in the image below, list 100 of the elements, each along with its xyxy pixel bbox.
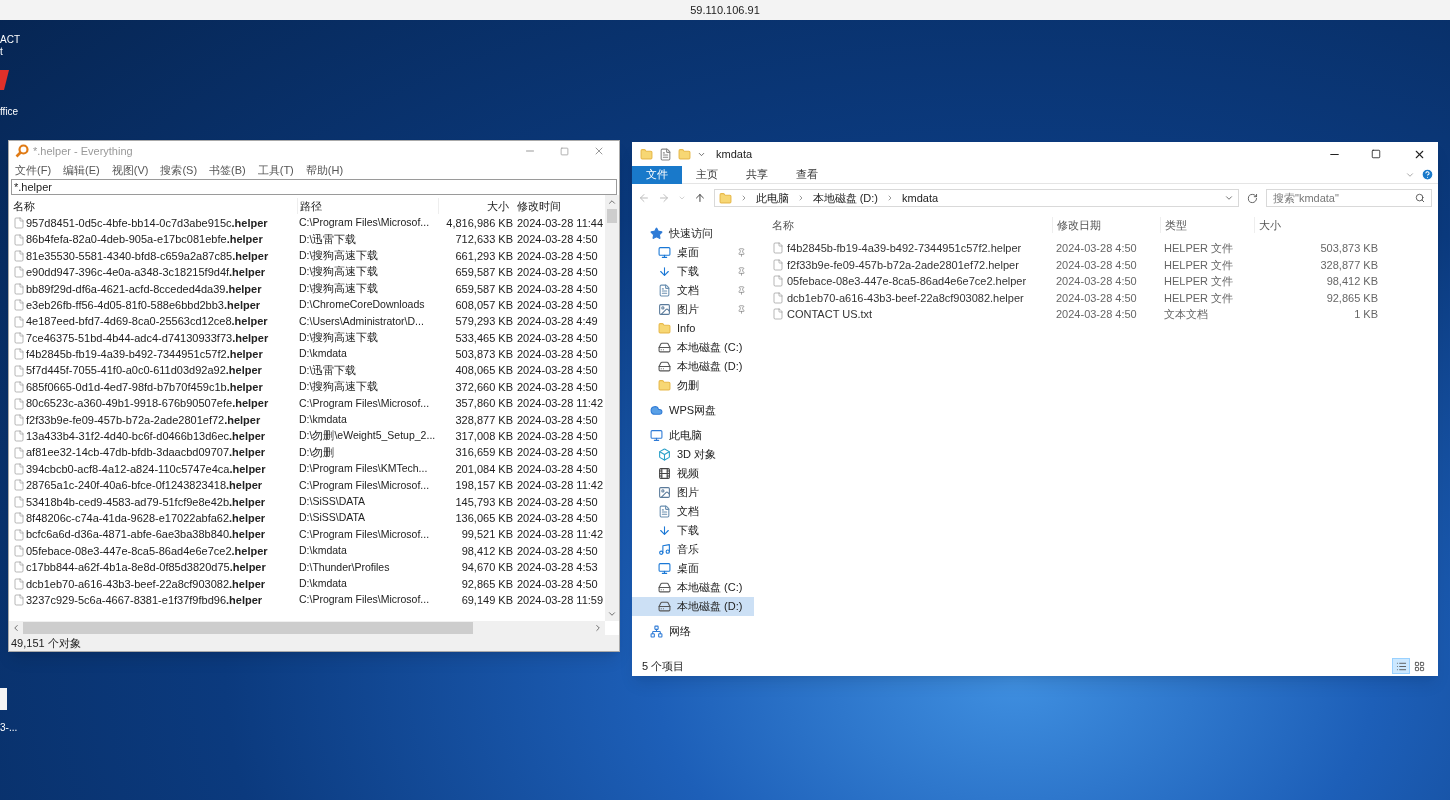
column-header[interactable]: 修改时间 xyxy=(513,197,603,215)
result-row[interactable]: f2f33b9e-fe09-457b-b72a-2ade2801ef72.helper D:\kmdata 328,877 KB 2024-03-28 4:50 xyxy=(9,411,605,429)
ribbon-tab[interactable]: 文件 xyxy=(632,165,682,184)
nav-item[interactable]: 本地磁盘 (D:) xyxy=(632,357,754,376)
file-name: f4b2845b-fb19-4a39-b492-7344951c57f2.helper xyxy=(787,241,1022,256)
file-icon[interactable] xyxy=(0,686,8,712)
nav-item[interactable]: 此电脑 xyxy=(632,426,754,445)
nav-item[interactable]: 本地磁盘 (D:) xyxy=(632,597,754,616)
scroll-down-icon[interactable] xyxy=(607,609,617,619)
menu-item[interactable]: 编辑(E) xyxy=(63,161,100,179)
forward-icon[interactable] xyxy=(657,192,670,204)
details-view-button[interactable] xyxy=(1392,658,1410,674)
menu-item[interactable]: 书签(B) xyxy=(209,161,246,179)
result-row[interactable]: f4b2845b-fb19-4a39-b492-7344951c57f2.helper D:\kmdata 503,873 KB 2024-03-28 4:50 xyxy=(9,346,605,363)
nav-item[interactable]: 图片 xyxy=(632,300,754,319)
column-header[interactable]: 名称 xyxy=(9,197,297,215)
file-icon xyxy=(13,299,25,312)
nav-item[interactable]: 快速访问 xyxy=(632,224,754,243)
nav-item[interactable]: 网络 xyxy=(632,622,754,641)
refresh-icon[interactable] xyxy=(1247,192,1258,204)
desktop-icon-label[interactable]: ACT t xyxy=(0,34,20,58)
result-row[interactable]: 81e35530-5581-4340-bfd8-c659a2a87c85.helper D:\搜狗高速下载 661,293 KB 2024-03-28 4:50 xyxy=(9,247,605,265)
menu-item[interactable]: 视图(V) xyxy=(111,161,149,179)
address-bar[interactable]: 此电脑 本地磁盘 (D:) kmdata xyxy=(713,189,1240,207)
ribbon-tab[interactable]: 主页 xyxy=(682,165,732,184)
search-icon[interactable] xyxy=(1415,193,1425,203)
nav-item[interactable]: 桌面 xyxy=(632,243,754,262)
menu-item[interactable]: 工具(T) xyxy=(257,161,294,179)
ribbon-tab[interactable]: 查看 xyxy=(782,165,832,184)
scroll-thumb[interactable] xyxy=(23,622,473,634)
result-row[interactable]: 4e187eed-bfd7-4d69-8ca0-25563cd12ce8.helper C:\Users\Administrator\D... 579,293 KB 2024-03-28 4:49 xyxy=(9,313,605,330)
result-row[interactable]: 86b4fefa-82a0-4deb-905a-e17bc081ebfe.helper D:\迅雷下载 712,633 KB 2024-03-28 4:50 xyxy=(9,231,605,248)
result-row[interactable]: 53418b4b-ced9-4583-ad79-51fcf9e8e42b.helper D:\SiSS\DATA 145,793 KB 2024-03-28 4:50 xyxy=(9,493,605,511)
status-text: 49,151 个对象 xyxy=(9,635,619,651)
nav-item[interactable]: 下载 xyxy=(632,521,754,540)
scroll-left-icon[interactable] xyxy=(11,623,21,633)
column-header[interactable]: 类型 xyxy=(1160,216,1254,234)
vertical-scrollbar[interactable] xyxy=(605,195,619,621)
modified-date: 2024-03-28 4:50 xyxy=(516,494,599,510)
desktop-icon-label[interactable]: ffice xyxy=(0,106,19,118)
properties-icon[interactable] xyxy=(659,147,672,161)
result-row[interactable]: 28765a1c-240f-40a6-bfce-0f1243823418.helper C:\Program Files\Microsof... 198,157 KB 2024-03-28 11:42 xyxy=(9,477,605,494)
result-row[interactable]: c17bb844-a62f-4b1a-8e8d-0f85d3820d75.helper D:\Thunder\Profiles 94,670 KB 2024-03-28 4:53 xyxy=(9,559,605,576)
back-icon[interactable] xyxy=(638,192,650,204)
maximize-icon[interactable] xyxy=(1371,149,1381,159)
nav-item[interactable]: 3D 对象 xyxy=(632,445,754,464)
nav-item[interactable]: 视频 xyxy=(632,464,754,483)
menu-item[interactable]: 搜索(S) xyxy=(160,161,198,179)
nav-item[interactable]: 本地磁盘 (C:) xyxy=(632,338,754,357)
result-row[interactable]: 13a433b4-31f2-4d40-bc6f-d0466b13d6ec.helper D:\勿删\eWeight5_Setup_2... 317,008 KB 2024-03-28 4:50 xyxy=(9,428,605,445)
search-field[interactable]: *.helper xyxy=(11,179,617,195)
nav-item[interactable]: 桌面 xyxy=(632,559,754,578)
scroll-thumb[interactable] xyxy=(607,209,617,223)
file-row[interactable]: f4b2845b-fb19-4a39-b492-7344951c57f2.helper 2024-03-28 4:50 HELPER 文件 503,873 KB xyxy=(768,240,1438,257)
file-size: 533,465 KB xyxy=(454,330,513,346)
nav-item[interactable]: 音乐 xyxy=(632,540,754,559)
result-row[interactable]: e3eb26fb-ff56-4d05-81f0-588e6bbd2bb3.helper D:\ChromeCoreDownloads 608,057 KB 2024-03-28 4:50 xyxy=(9,296,605,314)
menu-item[interactable]: 帮助(H) xyxy=(305,161,344,179)
file-row[interactable]: 05febace-08e3-447e-8ca5-86ad4e6e7ce2.helper 2024-03-28 4:50 HELPER 文件 98,412 KB xyxy=(768,273,1438,290)
nav-item[interactable]: Info xyxy=(632,319,754,338)
file-row[interactable]: CONTACT US.txt 2024-03-28 4:50 文本文档 1 KB xyxy=(768,306,1438,323)
column-header[interactable]: 路径 xyxy=(297,197,438,215)
column-header[interactable]: 名称 xyxy=(768,216,1052,234)
nav-item[interactable]: 文档 xyxy=(632,502,754,521)
help-icon[interactable] xyxy=(1421,168,1434,181)
nav-item[interactable]: WPS网盘 xyxy=(632,401,754,420)
result-row[interactable]: 5f7d445f-7055-41f0-a0c0-611d03d92a92.helper D:\迅雷下载 408,065 KB 2024-03-28 4:50 xyxy=(9,362,605,379)
result-row[interactable]: 685f0665-0d1d-4ed7-98fd-b7b70f459c1b.helper D:\搜狗高速下载 372,660 KB 2024-03-28 4:50 xyxy=(9,378,605,396)
file-row[interactable]: dcb1eb70-a616-43b3-beef-22a8cf903082.helper 2024-03-28 4:50 HELPER 文件 92,865 KB xyxy=(768,289,1438,306)
column-header[interactable]: 修改日期 xyxy=(1052,216,1160,234)
nav-item[interactable]: 图片 xyxy=(632,483,754,502)
result-row[interactable]: af81ee32-14cb-47db-bfdb-3daacbd09707.helper D:\勿删 316,659 KB 2024-03-28 4:50 xyxy=(9,444,605,461)
column-header[interactable]: 大小 xyxy=(438,197,513,215)
file-row[interactable]: f2f33b9e-fe09-457b-b72a-2ade2801ef72.helper 2024-03-28 4:50 HELPER 文件 328,877 KB xyxy=(768,256,1438,273)
nav-item[interactable]: 勿删 xyxy=(632,376,754,395)
nav-item[interactable]: 文档 xyxy=(632,281,754,300)
up-icon[interactable] xyxy=(693,192,706,204)
result-row[interactable]: e90dd947-396c-4e0a-a348-3c18215f9d4f.helper D:\搜狗高速下载 659,587 KB 2024-03-28 4:50 xyxy=(9,264,605,281)
ribbon-tab[interactable]: 共享 xyxy=(732,165,782,184)
scroll-up-icon[interactable] xyxy=(607,197,617,207)
scroll-right-icon[interactable] xyxy=(593,623,603,633)
result-row[interactable]: 05febace-08e3-447e-8ca5-86ad4e6e7ce2.helper D:\kmdata 98,412 KB 2024-03-28 4:50 xyxy=(9,542,605,560)
new-folder-icon[interactable] xyxy=(678,147,691,161)
column-header[interactable]: 大小 xyxy=(1254,216,1378,234)
result-row[interactable]: dcb1eb70-a616-43b3-beef-22a8cf903082.helper D:\kmdata 92,865 KB 2024-03-28 4:50 xyxy=(9,575,605,592)
result-row[interactable]: bb89f29d-df6a-4621-acfd-8cceded4da39.helper D:\搜狗高速下载 659,587 KB 2024-03-28 4:50 xyxy=(9,280,605,297)
result-row[interactable]: 80c6523c-a360-49b1-9918-676b90507efe.helper C:\Program Files\Microsof... 357,860 KB 2024-03-28 11:42 xyxy=(9,395,605,412)
menu-item[interactable]: 文件(F) xyxy=(15,161,52,179)
modified-date: 2024-03-28 4:50 xyxy=(516,543,599,559)
desktop-icon-label[interactable]: 3-... xyxy=(0,722,18,734)
result-row[interactable]: 8f48206c-c74a-41da-9628-e17022abfa62.helper D:\SiSS\DATA 136,065 KB 2024-03-28 4:50 xyxy=(9,510,605,527)
result-row[interactable]: 394cbcb0-acf8-4a12-a824-110c5747e4ca.helper D:\Program Files\KMTech... 201,084 KB 2024-03-28 4:50 xyxy=(9,460,605,478)
nav-item[interactable]: 下载 xyxy=(632,262,754,281)
result-row[interactable]: bcfc6a6d-d36a-4871-abfe-6ae3ba38b840.helper C:\Program Files\Microsof... 99,521 KB 2024-03-28 11:42 xyxy=(9,526,605,543)
result-row[interactable]: 957d8451-0d5c-4bfe-bb14-0c7d3abe915c.helper C:\Program Files\Microsof... 4,816,986 KB 2024-03-28 11:44 xyxy=(9,215,605,232)
result-row[interactable]: 7ce46375-51bd-4b44-adc4-d74130933f73.helper D:\搜狗高速下载 533,465 KB 2024-03-28 4:50 xyxy=(9,329,605,347)
result-row[interactable]: 3237c929-5c6a-4667-8381-e1f37f9fbd96.helper C:\Program Files\Microsof... 69,149 KB 2024-03-28 11:59 xyxy=(9,592,605,609)
horizontal-scrollbar[interactable] xyxy=(9,621,605,635)
recent-caret-icon[interactable] xyxy=(677,194,686,202)
nav-item[interactable]: 本地磁盘 (C:) xyxy=(632,578,754,597)
